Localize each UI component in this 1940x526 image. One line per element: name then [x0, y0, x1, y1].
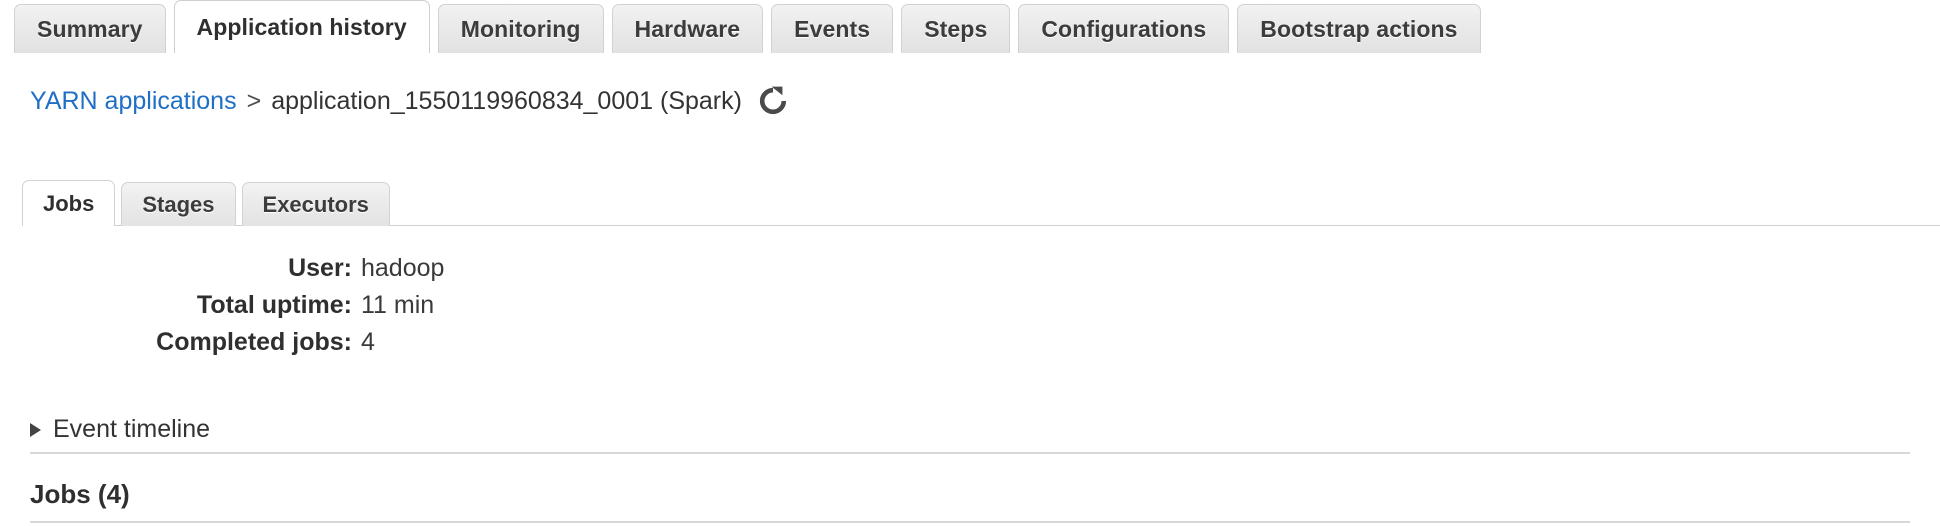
- summary-row-total-uptime: Total uptime: 11 min: [0, 287, 600, 324]
- console-tab-label: Steps: [924, 15, 988, 42]
- spark-tab-label: Stages: [142, 191, 215, 217]
- spark-tab-stages[interactable]: Stages: [121, 182, 236, 226]
- console-tab-bar: Summary Application history Monitoring H…: [0, 0, 1940, 53]
- summary-value: hadoop: [361, 254, 445, 282]
- application-summary-list: User: hadoop Total uptime: 11 min Comple…: [0, 250, 600, 361]
- event-timeline-toggle[interactable]: Event timeline: [30, 415, 210, 444]
- console-tab-label: Events: [794, 15, 871, 42]
- console-tab-events[interactable]: Events: [771, 4, 894, 53]
- console-tab-label: Configurations: [1041, 15, 1207, 42]
- summary-key: Total uptime:: [196, 291, 352, 319]
- summary-value: 4: [361, 328, 375, 356]
- breadcrumb-link-yarn-applications[interactable]: YARN applications: [30, 87, 237, 116]
- console-tab-label: Application history: [196, 13, 407, 40]
- breadcrumb: YARN applications > application_15501199…: [30, 86, 788, 116]
- summary-key: User:: [288, 254, 352, 282]
- jobs-section-heading: Jobs (4): [30, 479, 130, 509]
- refresh-icon[interactable]: [758, 86, 788, 116]
- triangle-right-icon: [30, 422, 41, 437]
- divider-below-jobs-heading: [30, 521, 1910, 523]
- console-tab-hardware[interactable]: Hardware: [611, 4, 764, 53]
- console-tab-steps[interactable]: Steps: [901, 4, 1011, 53]
- console-tab-label: Monitoring: [460, 15, 581, 42]
- console-tab-label: Bootstrap actions: [1260, 15, 1458, 42]
- event-timeline-label: Event timeline: [53, 415, 211, 443]
- breadcrumb-current-application: application_1550119960834_0001 (Spark): [271, 86, 742, 115]
- spark-tab-bar: Jobs Stages Executors: [0, 180, 1940, 226]
- divider-above-jobs: [30, 452, 1910, 454]
- spark-tab-executors[interactable]: Executors: [241, 182, 390, 226]
- breadcrumb-separator: >: [246, 86, 262, 115]
- summary-value: 11 min: [361, 291, 435, 319]
- summary-row-user: User: hadoop: [0, 250, 600, 287]
- console-tab-configurations[interactable]: Configurations: [1018, 4, 1230, 53]
- summary-key: Completed jobs:: [156, 328, 352, 356]
- spark-tab-jobs[interactable]: Jobs: [22, 180, 116, 226]
- console-tab-monitoring[interactable]: Monitoring: [437, 4, 604, 53]
- console-tab-summary[interactable]: Summary: [14, 4, 166, 53]
- summary-row-completed-jobs: Completed jobs: 4: [0, 324, 600, 361]
- console-tab-bootstrap-actions[interactable]: Bootstrap actions: [1237, 4, 1481, 53]
- console-tab-label: Hardware: [634, 15, 741, 42]
- spark-tab-label: Jobs: [43, 190, 95, 216]
- console-tab-label: Summary: [37, 15, 143, 42]
- spark-tab-label: Executors: [262, 191, 369, 217]
- console-tab-application-history[interactable]: Application history: [173, 0, 430, 53]
